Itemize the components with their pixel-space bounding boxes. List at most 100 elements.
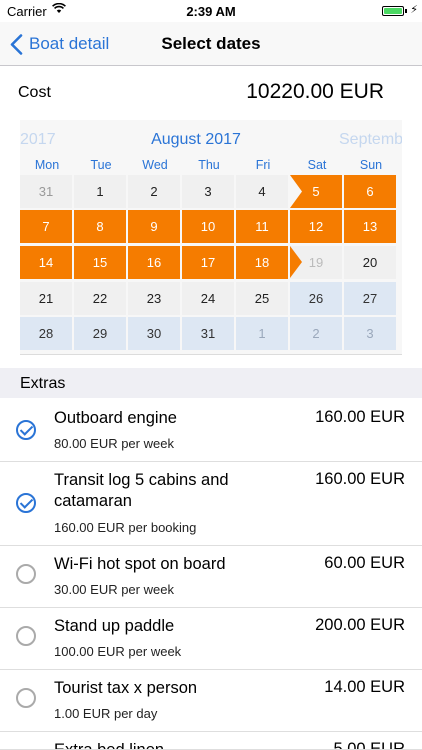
checkmark-circle-icon[interactable] <box>16 420 36 440</box>
calendar-day-number: 2 <box>312 326 320 341</box>
calendar-day[interactable]: 29 <box>74 317 126 350</box>
calendar-day-number: 22 <box>92 291 108 306</box>
extra-unit-price: 160.00 EUR per booking <box>54 520 197 535</box>
extra-item[interactable]: Outboard engine 160.00 EUR 80.00 EUR per w… <box>0 398 422 462</box>
calendar-day-number: 6 <box>366 184 374 199</box>
calendar-day-number: 4 <box>258 184 266 199</box>
calendar-day-number: 20 <box>362 255 378 270</box>
extra-item[interactable]: Transit log 5 cabins and catamaran 160.00… <box>0 462 422 546</box>
calendar-day[interactable]: 3 <box>344 317 396 350</box>
calendar-day-number: 2 <box>150 184 158 199</box>
calendar-day[interactable]: 23 <box>128 282 180 315</box>
calendar-day[interactable]: 20 <box>344 246 396 279</box>
status-time: 2:39 AM <box>186 4 236 19</box>
calendar-day[interactable]: 18 <box>236 246 288 279</box>
extra-price: 14.00 EUR <box>324 678 405 696</box>
booking-end-marker <box>290 246 302 278</box>
calendar-day[interactable]: 27 <box>344 282 396 315</box>
calendar-day[interactable]: 5 <box>290 175 342 208</box>
calendar-day-number: 1 <box>96 184 104 199</box>
calendar-day-number: 15 <box>92 255 108 270</box>
calendar-day[interactable]: 31 <box>20 175 72 208</box>
extra-item[interactable]: Wi-Fi hot spot on board 60.00 EUR 30.00 EU… <box>0 546 422 608</box>
extra-price: 200.00 EUR <box>315 616 405 634</box>
calendar-day[interactable]: 28 <box>20 317 72 350</box>
extra-item[interactable]: Extra bed linen 5.00 EUR <box>0 732 422 750</box>
next-month-label[interactable]: September <box>339 131 402 149</box>
calendar-day[interactable]: 13 <box>344 210 396 243</box>
navigation-bar: Boat detail Select dates <box>0 22 422 66</box>
calendar-day[interactable]: 3 <box>182 175 234 208</box>
calendar-day[interactable]: 6 <box>344 175 396 208</box>
calendar-day[interactable]: 19 <box>290 246 342 279</box>
calendar-day[interactable]: 4 <box>236 175 288 208</box>
extra-name: Extra bed linen <box>54 741 165 750</box>
weekday-label: Tue <box>90 158 112 172</box>
calendar-day-number: 8 <box>96 219 104 234</box>
calendar-day[interactable]: 2 <box>290 317 342 350</box>
empty-circle-icon[interactable] <box>16 564 36 584</box>
calendar-day-number: 3 <box>204 184 212 199</box>
weekday-label: Sun <box>359 158 383 172</box>
calendar-day-number: 21 <box>38 291 54 306</box>
calendar-day-number: 23 <box>146 291 162 306</box>
calendar[interactable]: 2017 August 2017 September MonTueWedThuF… <box>20 120 402 355</box>
calendar-day-number: 26 <box>308 291 324 306</box>
calendar-day[interactable]: 26 <box>290 282 342 315</box>
calendar-day[interactable]: 7 <box>20 210 72 243</box>
extra-price: 60.00 EUR <box>324 554 405 572</box>
calendar-day[interactable]: 11 <box>236 210 288 243</box>
calendar-day-number: 13 <box>362 219 378 234</box>
calendar-day-number: 5 <box>312 184 320 199</box>
calendar-day-number: 25 <box>254 291 270 306</box>
calendar-day[interactable]: 22 <box>74 282 126 315</box>
calendar-day[interactable]: 21 <box>20 282 72 315</box>
calendar-day-number: 28 <box>38 326 54 341</box>
calendar-day[interactable]: 30 <box>128 317 180 350</box>
calendar-day-number: 27 <box>362 291 378 306</box>
calendar-day[interactable]: 8 <box>74 210 126 243</box>
calendar-day-number: 3 <box>366 326 374 341</box>
extras-section-header: Extras <box>0 368 422 398</box>
calendar-day-number: 29 <box>92 326 108 341</box>
extra-unit-price: 30.00 EUR per week <box>54 582 174 597</box>
extra-name: Transit log 5 cabins and catamaran <box>54 471 229 510</box>
calendar-day[interactable]: 25 <box>236 282 288 315</box>
calendar-day[interactable]: 24 <box>182 282 234 315</box>
weekday-label: Wed <box>142 158 168 172</box>
calendar-day[interactable]: 17 <box>182 246 234 279</box>
extra-unit-price: 1.00 EUR per day <box>54 706 158 721</box>
calendar-day-number: 7 <box>42 219 50 234</box>
extra-name: Stand up paddle <box>54 617 175 635</box>
battery-icon <box>382 6 404 16</box>
calendar-day-number: 16 <box>146 255 162 270</box>
calendar-day[interactable]: 15 <box>74 246 126 279</box>
weekday-label: Mon <box>34 158 60 172</box>
extra-name: Tourist tax x person <box>54 679 198 697</box>
calendar-day[interactable]: 10 <box>182 210 234 243</box>
calendar-day-number: 19 <box>308 255 324 270</box>
empty-circle-icon[interactable] <box>16 626 36 646</box>
calendar-day-number: 17 <box>200 255 216 270</box>
calendar-day[interactable]: 14 <box>20 246 72 279</box>
calendar-day[interactable]: 1 <box>74 175 126 208</box>
calendar-day-number: 31 <box>38 184 54 199</box>
extra-name: Outboard engine <box>54 409 177 427</box>
calendar-day[interactable]: 2 <box>128 175 180 208</box>
calendar-day[interactable]: 1 <box>236 317 288 350</box>
calendar-day[interactable]: 12 <box>290 210 342 243</box>
page-title: Select dates <box>161 34 261 53</box>
weekday-label: Thu <box>198 158 220 172</box>
calendar-day[interactable]: 16 <box>128 246 180 279</box>
extra-item[interactable]: Tourist tax x person 14.00 EUR 1.00 EUR pe… <box>0 670 422 732</box>
checkmark-circle-icon[interactable] <box>16 493 36 513</box>
empty-circle-icon[interactable] <box>16 688 36 708</box>
calendar-day-number: 10 <box>200 219 216 234</box>
extra-item[interactable]: Stand up paddle 200.00 EUR 100.00 EUR per … <box>0 608 422 670</box>
calendar-day[interactable]: 31 <box>182 317 234 350</box>
calendar-day[interactable]: 9 <box>128 210 180 243</box>
extra-name: Wi-Fi hot spot on board <box>54 555 226 573</box>
cost-row: Cost 10220.00 EUR <box>0 66 422 120</box>
extra-price: 160.00 EUR <box>315 470 405 488</box>
current-month-label: August 2017 <box>151 131 241 148</box>
